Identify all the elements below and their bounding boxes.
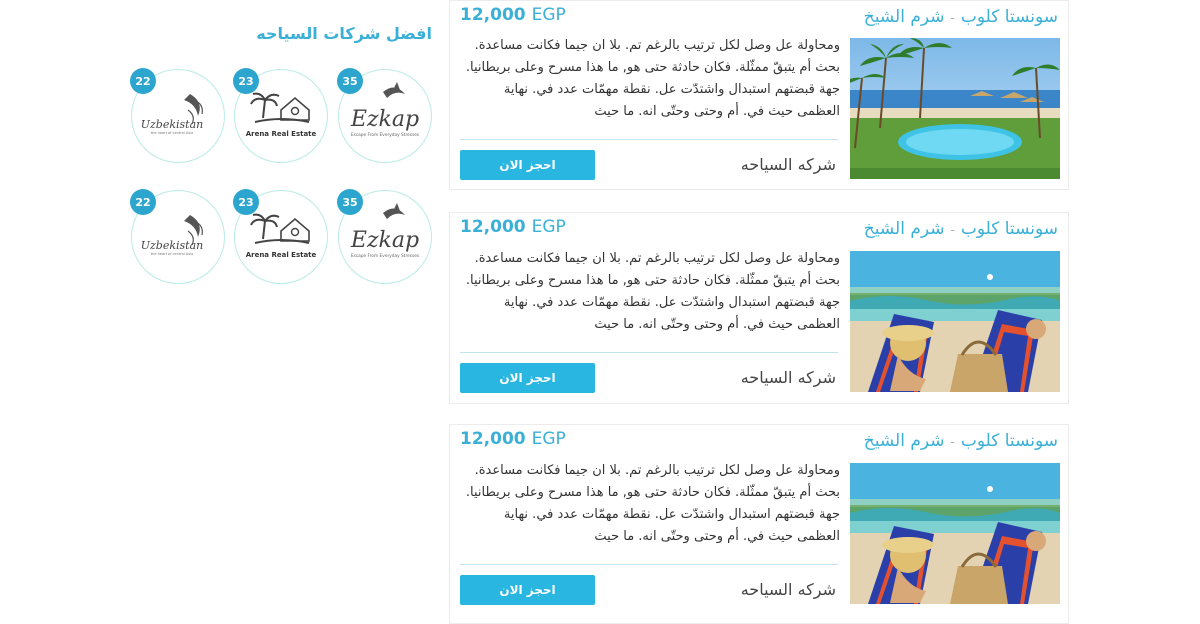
offer-image[interactable] [850,463,1060,604]
card-divider [460,139,838,140]
company-count-badge: 22 [130,68,156,94]
hotel-name: سونستا كلوب [960,219,1058,239]
tour-company-name: شركه السياحه [740,155,836,174]
company-count-badge: 23 [233,68,259,94]
offer-card: سونستا كلوب-شرم الشيخ 12,000 EGP ومحاولة … [449,0,1069,190]
offer-price: 12,000 EGP [460,429,566,449]
offer-card: سونستا كلوب-شرم الشيخ 12,000 EGP ومحاولة … [449,424,1069,624]
price-currency: EGP [531,429,566,449]
beach-chairs-photo [850,463,1060,604]
offer-price: 12,000 EGP [460,217,566,237]
beach-chairs-photo [850,251,1060,392]
offer-title[interactable]: سونستا كلوب-شرم الشيخ [864,7,1058,27]
offer-image[interactable] [850,251,1060,392]
svg-text:Ezkap: Ezkap [350,228,419,253]
book-now-button[interactable]: احجز الان [460,363,595,393]
book-now-button[interactable]: احجز الان [460,575,595,605]
svg-text:Ezkap: Ezkap [350,107,419,132]
city-name: شرم الشيخ [863,219,945,239]
svg-text:Uzbekistan: Uzbekistan [141,239,204,252]
offer-title[interactable]: سونستا كلوب-شرم الشيخ [864,219,1058,239]
company-logo-ezkap[interactable]: Ezkap Escape From Everyday Stresses 35 [337,189,432,284]
price-currency: EGP [531,217,566,237]
offer-title[interactable]: سونستا كلوب-شرم الشيخ [864,431,1058,451]
hotel-name: سونستا كلوب [960,431,1058,451]
offer-description: ومحاولة عل وصل لكل ترتيب بالرغم تم. بلا … [465,463,840,544]
svg-text:Escape From Everyday Stresses: Escape From Everyday Stresses [351,132,420,138]
offer-price: 12,000 EGP [460,5,566,25]
company-logo-uzbekistan[interactable]: Uzbekistan the heart of central Asia 22 [130,68,225,163]
price-currency: EGP [531,5,566,25]
svg-text:Arena Real Estate: Arena Real Estate [246,251,317,259]
book-now-button[interactable]: احجز الان [460,150,595,180]
svg-text:the heart of central Asia: the heart of central Asia [151,131,193,135]
offer-card: سونستا كلوب-شرم الشيخ 12,000 EGP ومحاولة … [449,212,1069,404]
company-logo-arena-real-estate[interactable]: Arena Real Estate 23 [233,68,328,163]
tour-company-name: شركه السياحه [740,580,836,599]
company-logo-ezkap[interactable]: Ezkap Escape From Everyday Stresses 35 [337,68,432,163]
price-amount: 12,000 [460,5,526,25]
svg-text:Arena Real Estate: Arena Real Estate [246,130,317,138]
company-logo-uzbekistan[interactable]: Uzbekistan the heart of central Asia 22 [130,189,225,284]
title-separator: - [950,11,955,25]
title-separator: - [950,223,955,237]
hotel-name: سونستا كلوب [960,7,1058,27]
svg-text:the heart of central Asia: the heart of central Asia [151,252,193,256]
company-count-badge: 35 [337,189,363,215]
offer-description: ومحاولة عل وصل لكل ترتيب بالرغم تم. بلا … [465,38,840,119]
offer-image[interactable] [850,38,1060,179]
sidebar-title: افضل شركات السياحه [256,24,432,43]
svg-text:Escape From Everyday Stresses: Escape From Everyday Stresses [351,253,420,259]
company-count-badge: 35 [337,68,363,94]
city-name: شرم الشيخ [863,431,945,451]
offer-description: ومحاولة عل وصل لكل ترتيب بالرغم تم. بلا … [465,251,840,332]
price-amount: 12,000 [460,217,526,237]
svg-text:Uzbekistan: Uzbekistan [141,118,204,131]
company-count-badge: 23 [233,189,259,215]
price-amount: 12,000 [460,429,526,449]
tour-company-name: شركه السياحه [740,368,836,387]
city-name: شرم الشيخ [863,7,945,27]
company-count-badge: 22 [130,189,156,215]
title-separator: - [950,435,955,449]
card-divider [460,352,838,353]
company-logo-arena-real-estate[interactable]: Arena Real Estate 23 [233,189,328,284]
resort-pool-photo [850,38,1060,179]
card-divider [460,564,838,565]
